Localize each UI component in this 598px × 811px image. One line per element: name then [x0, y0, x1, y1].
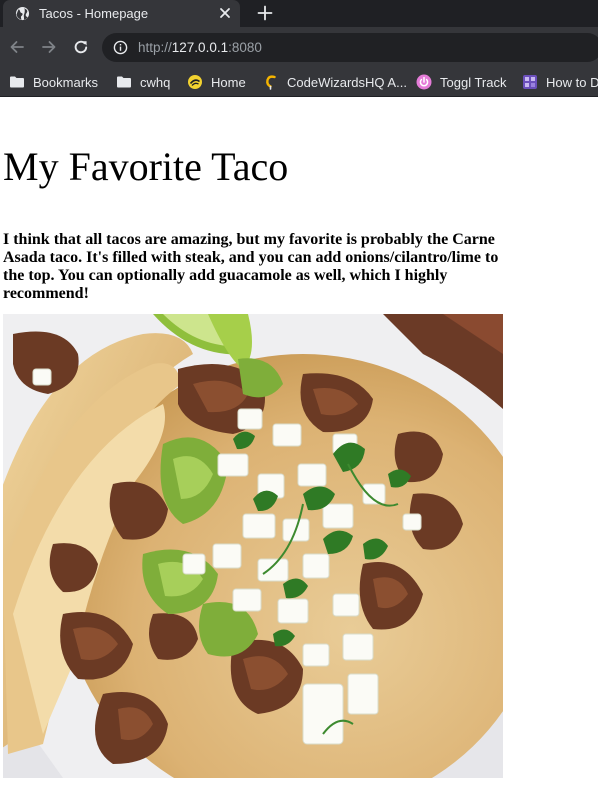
site-info-icon[interactable]	[113, 40, 128, 55]
address-bar[interactable]: http://127.0.0.1:8080	[102, 33, 598, 62]
bookmark-label: cwhq	[140, 74, 171, 90]
tab-strip: Tacos - Homepage	[0, 0, 598, 27]
bookmark-label: Bookmarks	[33, 74, 99, 90]
globe-icon	[15, 6, 30, 21]
back-arrow-icon[interactable]	[8, 38, 26, 56]
bookmark-label: Toggl Track	[440, 74, 507, 90]
url-scheme: http://	[138, 40, 172, 55]
close-icon[interactable]	[218, 6, 232, 20]
taco-description: I think that all tacos are amazing, but …	[3, 231, 499, 302]
folder-icon	[116, 74, 132, 90]
bookmark-how-to[interactable]: How to D	[522, 72, 598, 92]
reload-icon[interactable]	[72, 38, 90, 56]
taco-photo	[3, 314, 503, 778]
new-tab-plus-icon[interactable]	[256, 4, 274, 22]
bookmark-label: CodeWizardsHQ A...	[287, 74, 407, 90]
url-host: 127.0.0.1	[171, 40, 229, 55]
bookmark-home[interactable]: Home	[187, 72, 246, 92]
url-port: :8080	[228, 40, 262, 55]
url-text: http://127.0.0.1:8080	[138, 40, 262, 55]
bookmark-toggl-track[interactable]: Toggl Track	[416, 72, 506, 92]
codewizards-favicon-icon	[263, 74, 279, 90]
page-title: My Favorite Taco	[3, 144, 289, 189]
bookmark-label: How to D	[546, 74, 598, 90]
home-favicon-icon	[187, 74, 203, 90]
toggl-favicon-icon	[416, 74, 432, 90]
tab-active[interactable]: Tacos - Homepage	[3, 0, 240, 27]
bookmarks-bar: Bookmarks cwhq Home CodeWizardsHQ A... T…	[0, 67, 598, 97]
puzzle-favicon-icon	[522, 74, 538, 90]
bookmark-label: Home	[211, 74, 246, 90]
bookmark-codewizardshq[interactable]: CodeWizardsHQ A...	[263, 72, 407, 92]
forward-arrow-icon[interactable]	[40, 38, 58, 56]
browser-toolbar: http://127.0.0.1:8080	[0, 27, 598, 67]
folder-icon	[9, 74, 25, 90]
tab-title: Tacos - Homepage	[39, 6, 149, 21]
page-content: My Favorite Taco I think that all tacos …	[0, 98, 598, 811]
bookmark-bookmarks-folder[interactable]: Bookmarks	[9, 72, 98, 92]
bookmark-cwhq-folder[interactable]: cwhq	[116, 72, 170, 92]
